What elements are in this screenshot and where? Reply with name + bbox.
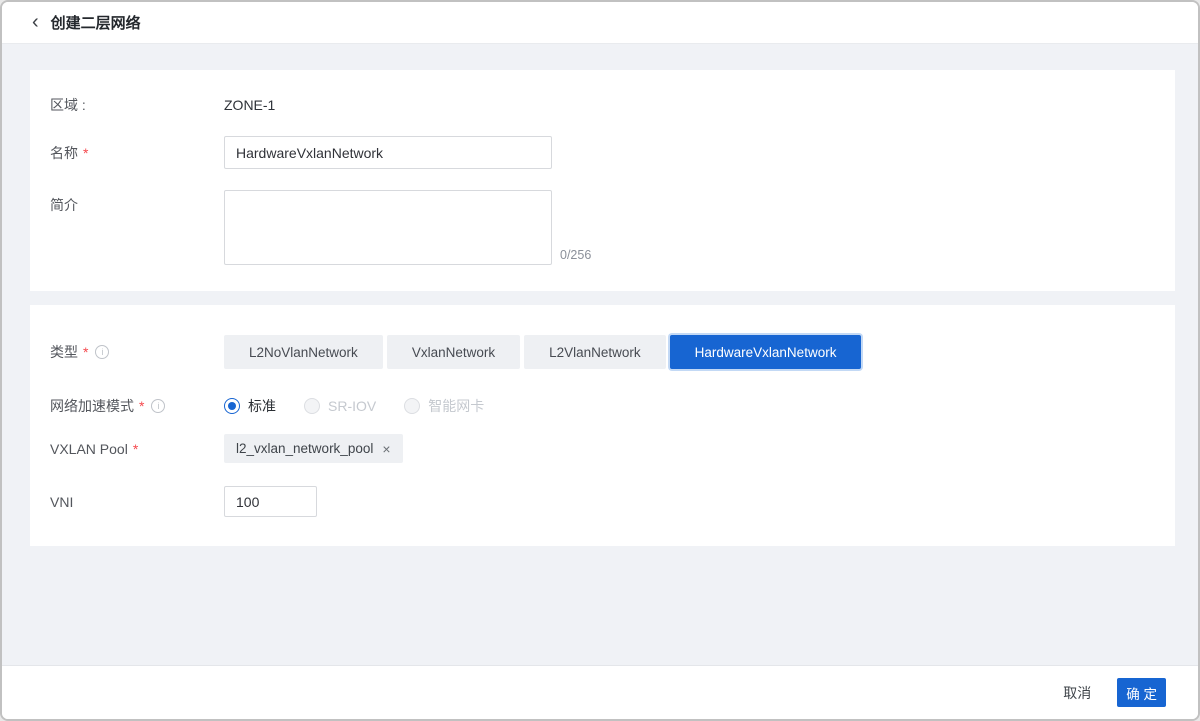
radio-sriov: SR-IOV [304, 398, 376, 414]
name-label-text: 名称 [50, 143, 78, 163]
create-l2-network-page: ‹ 创建二层网络 区域 : ZONE-1 名称 * 简介 0/256 [0, 0, 1200, 721]
type-option-hardwarevxlannetwork[interactable]: HardwareVxlanNetwork [670, 335, 862, 369]
cancel-button[interactable]: 取消 [1063, 683, 1091, 703]
vxlan-pool-tag-label: l2_vxlan_network_pool [236, 441, 373, 456]
info-icon[interactable]: i [151, 399, 165, 413]
type-label: 类型 * i [50, 342, 224, 362]
page-title: 创建二层网络 [51, 12, 141, 33]
vxlan-pool-label: VXLAN Pool * [50, 441, 224, 457]
radio-standard[interactable]: 标准 [224, 396, 276, 416]
zone-row: 区域 : ZONE-1 [50, 95, 1155, 115]
page-header: ‹ 创建二层网络 [2, 2, 1198, 44]
radio-smartnic-label: 智能网卡 [428, 396, 484, 416]
network-config-card: 类型 * i L2NoVlanNetwork VxlanNetwork L2Vlan… [30, 305, 1175, 546]
description-label: 简介 [50, 195, 224, 215]
vxlan-pool-label-text: VXLAN Pool [50, 441, 128, 457]
radio-smartnic: 智能网卡 [404, 396, 484, 416]
required-mark: * [139, 398, 144, 414]
tag-remove-icon[interactable]: × [382, 442, 390, 456]
radio-disabled-icon [304, 398, 320, 414]
required-mark: * [133, 441, 138, 457]
name-row: 名称 * [50, 136, 1155, 169]
type-label-text: 类型 [50, 342, 78, 362]
info-icon[interactable]: i [95, 345, 109, 359]
radio-standard-label: 标准 [248, 396, 276, 416]
radio-sriov-label: SR-IOV [328, 398, 376, 414]
description-textarea[interactable] [224, 190, 552, 265]
zone-value: ZONE-1 [224, 97, 275, 113]
basic-info-card: 区域 : ZONE-1 名称 * 简介 0/256 [30, 70, 1175, 291]
description-row: 简介 0/256 [50, 190, 1155, 265]
vxlan-pool-row: VXLAN Pool * l2_vxlan_network_pool × [50, 434, 1155, 463]
char-counter: 0/256 [560, 248, 591, 262]
page-footer: 取消 确 定 [2, 665, 1198, 719]
type-option-l2vlannetwork[interactable]: L2VlanNetwork [524, 335, 666, 369]
type-option-vxlannetwork[interactable]: VxlanNetwork [387, 335, 520, 369]
back-icon[interactable]: ‹ [32, 12, 39, 32]
acceleration-row: 网络加速模式 * i 标准 SR-IOV 智能网卡 [50, 396, 1155, 416]
name-input[interactable] [224, 136, 552, 169]
ok-button[interactable]: 确 定 [1117, 678, 1166, 707]
acceleration-label-text: 网络加速模式 [50, 396, 134, 416]
name-label: 名称 * [50, 143, 224, 163]
radio-selected-icon [224, 398, 240, 414]
radio-disabled-icon [404, 398, 420, 414]
acceleration-label: 网络加速模式 * i [50, 396, 224, 416]
required-mark: * [83, 145, 88, 161]
vxlan-pool-tag: l2_vxlan_network_pool × [224, 434, 403, 463]
type-row: 类型 * i L2NoVlanNetwork VxlanNetwork L2Vlan… [50, 335, 1155, 369]
zone-label: 区域 : [50, 95, 224, 115]
form-body: 区域 : ZONE-1 名称* 简介 0/256 类型*i L2NoV [2, 44, 1198, 665]
vni-input[interactable] [224, 486, 317, 517]
type-option-l2novlannetwork[interactable]: L2NoVlanNetwork [224, 335, 383, 369]
vni-label: VNI [50, 494, 224, 510]
vni-row: VNI [50, 486, 1155, 517]
required-mark: * [83, 344, 88, 360]
